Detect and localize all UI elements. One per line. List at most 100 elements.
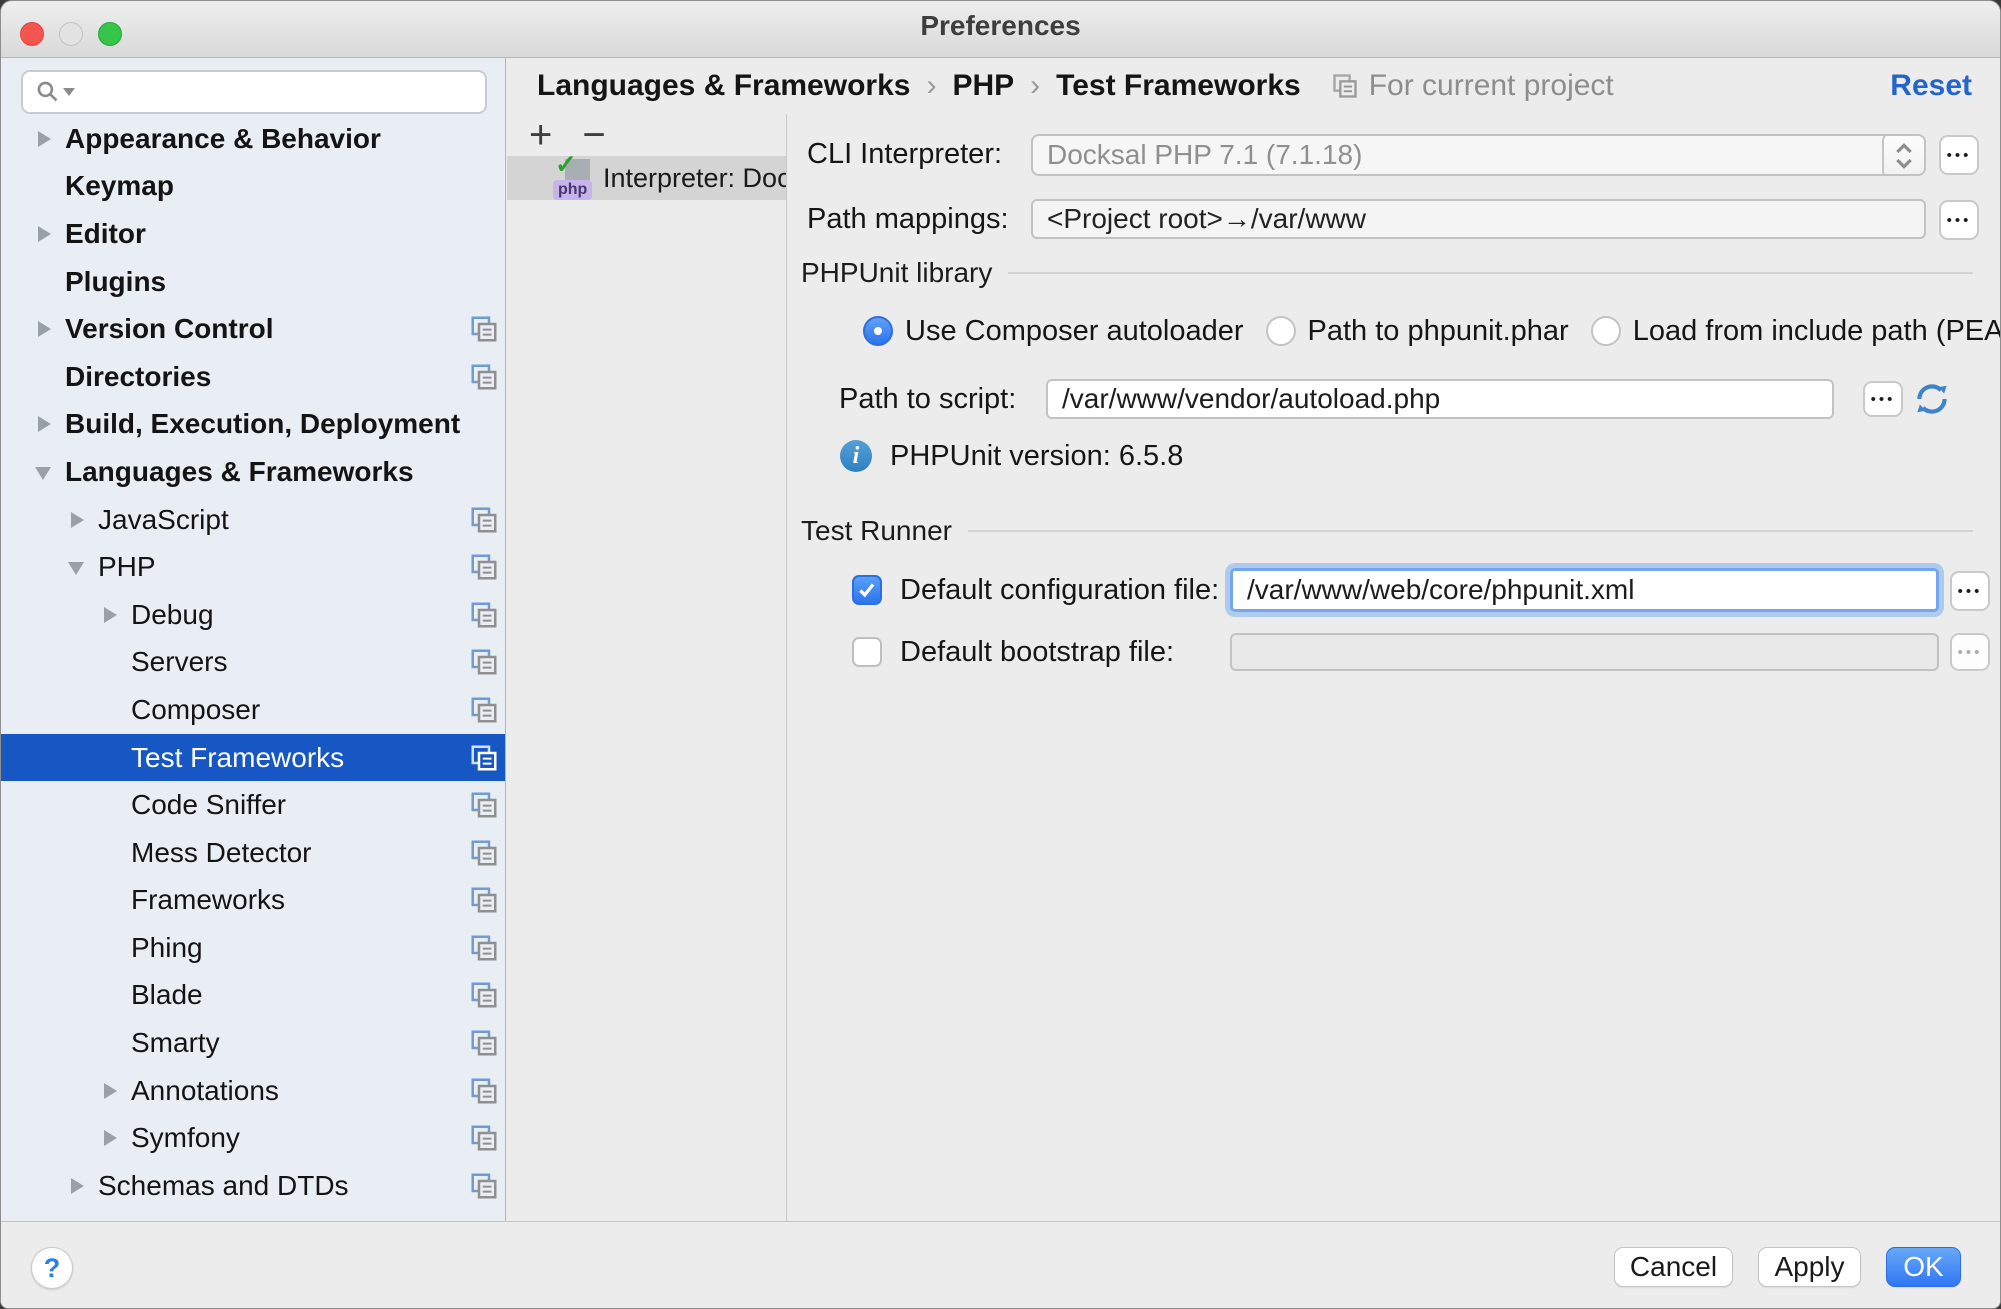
sidebar-item-label: Directories <box>65 361 211 393</box>
reset-link[interactable]: Reset <box>1890 69 1972 103</box>
sidebar-item-label: Version Control <box>65 313 273 345</box>
phpunit-library-title: PHPUnit library <box>801 257 992 289</box>
tree-arrow-icon[interactable] <box>101 606 119 624</box>
project-scope-icon <box>1331 72 1359 100</box>
sidebar-item-label: Servers <box>131 646 227 678</box>
sidebar-item-annotations[interactable]: Annotations <box>1 1067 505 1115</box>
search-options-caret-icon[interactable] <box>63 88 75 96</box>
radio-dot-icon <box>1591 316 1621 346</box>
breadcrumb-languages-frameworks[interactable]: Languages & Frameworks <box>537 69 910 103</box>
project-scope-icon <box>469 790 499 820</box>
default-config-browse-button[interactable]: ••• <box>1950 571 1990 611</box>
project-scope-icon <box>469 743 499 773</box>
sidebar-item-appearance-behavior[interactable]: Appearance & Behavior <box>1 115 505 163</box>
tree-arrow-icon[interactable] <box>101 1082 119 1100</box>
interpreter-list-item[interactable]: ✓ php Interpreter: Docksal PHP 7.1 <box>507 156 786 200</box>
cli-interpreter-stepper[interactable] <box>1882 134 1926 176</box>
sidebar-item-javascript[interactable]: JavaScript <box>1 496 505 544</box>
help-button[interactable]: ? <box>31 1247 73 1289</box>
phpunit-source-radios: Use Composer autoloader Path to phpunit.… <box>863 314 2001 348</box>
sidebar-item-keymap[interactable]: Keymap <box>1 163 505 211</box>
default-bootstrap-checkbox[interactable] <box>852 637 882 667</box>
project-scope-icon <box>469 980 499 1010</box>
sidebar-item-composer[interactable]: Composer <box>1 686 505 734</box>
sidebar-item-label: Build, Execution, Deployment <box>65 408 460 440</box>
sidebar-item-label: PHP <box>98 551 156 583</box>
section-divider <box>1008 272 1973 274</box>
sidebar-item-mess-detector[interactable]: Mess Detector <box>1 829 505 877</box>
list-toolbar: + − <box>507 114 786 156</box>
ok-button[interactable]: OK <box>1886 1247 1961 1287</box>
sidebar-item-editor[interactable]: Editor <box>1 210 505 258</box>
tree-arrow-icon[interactable] <box>101 1129 119 1147</box>
phpunit-version-row: i PHPUnit version: 6.5.8 <box>840 439 1183 473</box>
sidebar-item-test-frameworks[interactable]: Test Frameworks <box>1 734 505 782</box>
titlebar: Preferences <box>1 1 2000 58</box>
sidebar-item-smarty[interactable]: Smarty <box>1 1019 505 1067</box>
path-to-script-browse-button[interactable]: ••• <box>1863 381 1903 417</box>
radio-label: Load from include path (PEAR) <box>1633 315 2001 348</box>
sidebar-item-php[interactable]: PHP <box>1 543 505 591</box>
add-button[interactable]: + <box>529 117 552 153</box>
cli-interpreter-browse-button[interactable]: ••• <box>1939 135 1979 175</box>
sidebar-item-version-control[interactable]: Version Control <box>1 305 505 353</box>
sidebar-item-servers[interactable]: Servers <box>1 639 505 687</box>
tree-arrow-icon[interactable] <box>35 415 53 433</box>
tree-arrow-icon[interactable] <box>35 130 53 148</box>
sidebar-item-label: Annotations <box>131 1075 279 1107</box>
tree-arrow-icon[interactable] <box>68 558 86 576</box>
scope-note: For current project <box>1331 69 1614 103</box>
radio-load-from-include-path-pear-[interactable]: Load from include path (PEAR) <box>1591 315 2001 348</box>
search-input[interactable] <box>83 75 473 109</box>
project-scope-icon <box>469 838 499 868</box>
radio-path-to-phpunit-phar[interactable]: Path to phpunit.phar <box>1266 315 1569 348</box>
cli-interpreter-select[interactable]: Docksal PHP 7.1 (7.1.18) <box>1031 134 1926 176</box>
tree-arrow-icon[interactable] <box>35 320 53 338</box>
sidebar-item-directories[interactable]: Directories <box>1 353 505 401</box>
path-mappings-field[interactable] <box>1031 199 1926 239</box>
default-bootstrap-field <box>1230 633 1939 671</box>
tree-arrow-icon[interactable] <box>68 1177 86 1195</box>
project-scope-icon <box>469 695 499 725</box>
preferences-window: Preferences Appearance & Behavior Keymap <box>0 0 2001 1309</box>
sidebar-item-symfony[interactable]: Symfony <box>1 1114 505 1162</box>
sidebar-item-code-sniffer[interactable]: Code Sniffer <box>1 781 505 829</box>
tree-arrow-icon[interactable] <box>35 225 53 243</box>
path-mappings-browse-button[interactable]: ••• <box>1939 200 1979 240</box>
settings-content: CLI Interpreter: Docksal PHP 7.1 (7.1.18… <box>788 114 2001 1221</box>
sidebar-item-label: Code Sniffer <box>131 789 286 821</box>
remove-button[interactable]: − <box>582 117 605 153</box>
apply-button[interactable]: Apply <box>1758 1247 1861 1287</box>
breadcrumb-php[interactable]: PHP <box>952 69 1014 103</box>
sidebar-item-label: Frameworks <box>131 884 285 916</box>
sidebar-item-plugins[interactable]: Plugins <box>1 258 505 306</box>
tree-arrow-icon[interactable] <box>68 511 86 529</box>
default-bootstrap-browse-button: ••• <box>1950 633 1990 671</box>
search-box[interactable] <box>21 70 487 114</box>
breadcrumb-test-frameworks[interactable]: Test Frameworks <box>1056 69 1301 103</box>
tree-arrow-icon[interactable] <box>35 463 53 481</box>
default-config-checkbox[interactable] <box>852 575 882 605</box>
path-to-script-label: Path to script: <box>839 384 1016 414</box>
radio-use-composer-autoloader[interactable]: Use Composer autoloader <box>863 315 1244 348</box>
sidebar-item-build-execution-deployment[interactable]: Build, Execution, Deployment <box>1 401 505 449</box>
sidebar-item-label: Editor <box>65 218 146 250</box>
sidebar-item-label: Debug <box>131 599 214 631</box>
project-scope-icon <box>469 600 499 630</box>
sidebar-item-frameworks[interactable]: Frameworks <box>1 877 505 925</box>
project-scope-icon <box>469 647 499 677</box>
window-title: Preferences <box>1 1 2000 58</box>
sidebar-item-languages-frameworks[interactable]: Languages & Frameworks <box>1 448 505 496</box>
cancel-button[interactable]: Cancel <box>1614 1247 1733 1287</box>
sidebar-item-label: Symfony <box>131 1122 240 1154</box>
reload-phpunit-icon[interactable] <box>1910 377 1954 421</box>
default-config-field[interactable] <box>1230 568 1939 612</box>
sidebar-item-blade[interactable]: Blade <box>1 972 505 1020</box>
breadcrumb-separator-icon: › <box>926 69 936 103</box>
sidebar-item-phing[interactable]: Phing <box>1 924 505 972</box>
radio-dot-icon <box>1266 316 1296 346</box>
settings-sidebar: Appearance & Behavior Keymap Editor Plug… <box>1 58 506 1221</box>
path-to-script-field[interactable] <box>1046 379 1834 419</box>
sidebar-item-schemas-and-dtds[interactable]: Schemas and DTDs <box>1 1162 505 1210</box>
sidebar-item-debug[interactable]: Debug <box>1 591 505 639</box>
